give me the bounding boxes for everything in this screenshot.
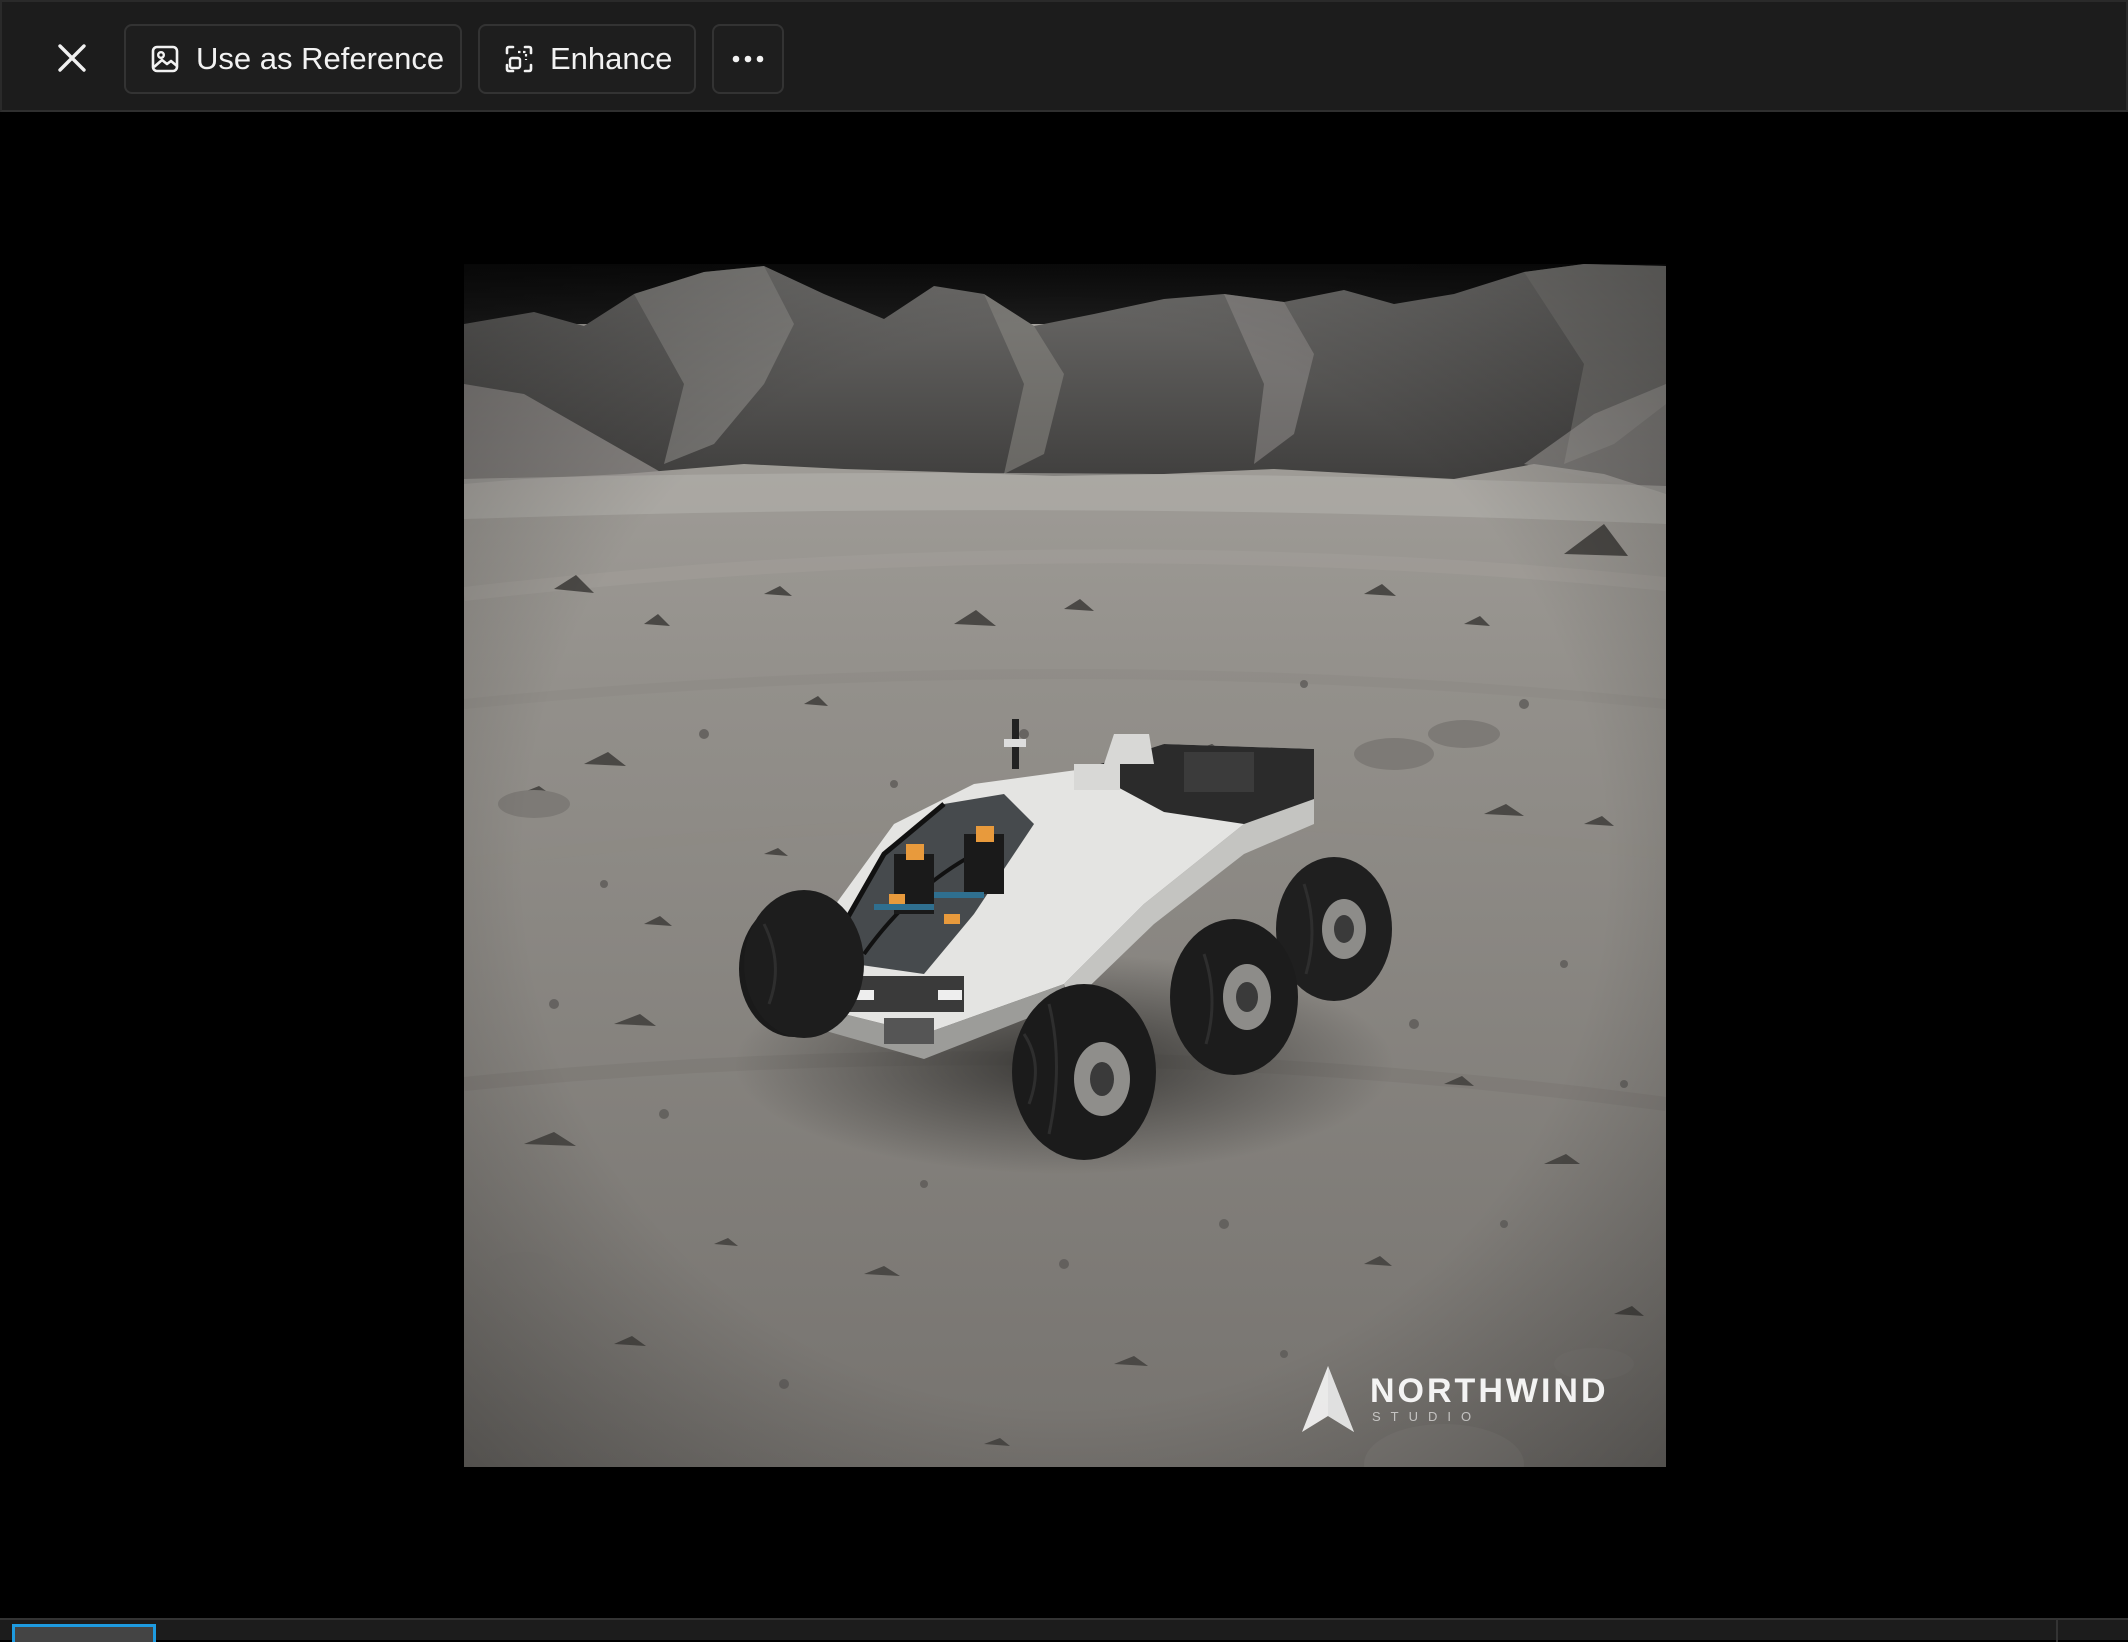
close-icon [58,44,86,72]
northwind-logo-icon [1302,1366,1354,1432]
more-horizontal-icon [732,55,764,63]
watermark-name: NORTHWIND [1370,1372,1609,1410]
image-icon [148,42,182,76]
watermark-subtitle: STUDIO [1372,1409,1482,1424]
thumbnail-strip [0,1618,2128,1642]
enhance-button[interactable]: Enhance [478,24,696,94]
enhance-label: Enhance [550,41,673,76]
generated-image [464,264,1666,1467]
strip-divider [2056,1620,2058,1642]
use-as-reference-button[interactable]: Use as Reference [124,24,462,94]
northwind-watermark: NORTHWIND STUDIO [1300,1364,1609,1434]
top-toolbar: Use as Reference Enhance [0,0,2128,112]
use-as-reference-label: Use as Reference [196,41,445,76]
close-button[interactable] [42,28,102,88]
more-options-button[interactable] [712,24,784,94]
enhance-icon [502,42,536,76]
selected-thumbnail[interactable] [12,1624,156,1642]
